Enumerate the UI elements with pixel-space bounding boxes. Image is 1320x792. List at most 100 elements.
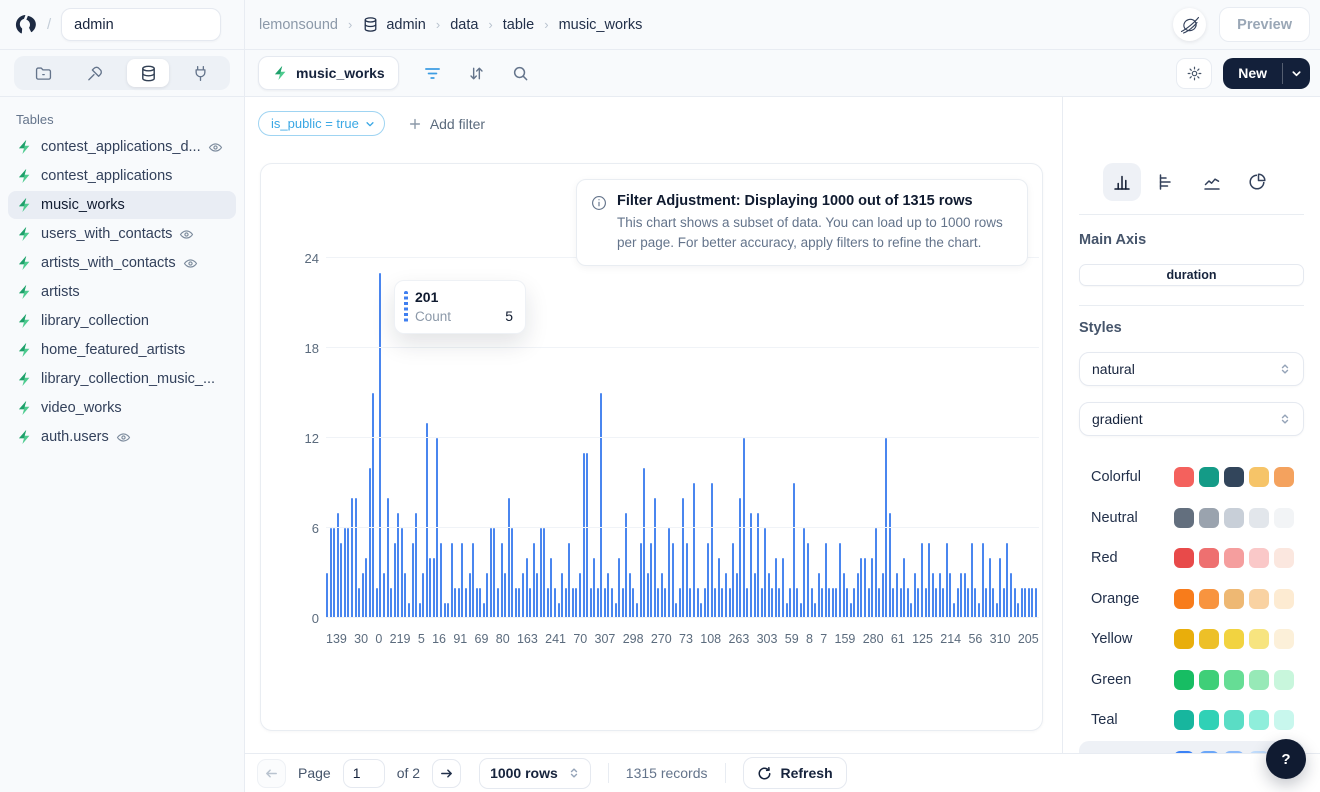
- chart-bar[interactable]: [632, 588, 634, 618]
- chart-bar[interactable]: [1024, 588, 1026, 618]
- chart-bar[interactable]: [839, 543, 841, 618]
- chart-bar[interactable]: [604, 588, 606, 618]
- chart-bar[interactable]: [999, 558, 1001, 618]
- chart-bar[interactable]: [522, 573, 524, 618]
- chart-bar[interactable]: [483, 603, 485, 618]
- chart-type-bar-vertical-icon[interactable]: [1103, 163, 1141, 201]
- chart-bar[interactable]: [843, 573, 845, 618]
- filter-chip[interactable]: is_public = true: [258, 111, 385, 136]
- chart-bar[interactable]: [490, 528, 492, 618]
- chart-bar[interactable]: [1003, 588, 1005, 618]
- chart-bar[interactable]: [910, 603, 912, 618]
- chart-bar[interactable]: [536, 573, 538, 618]
- chart-bar[interactable]: [729, 588, 731, 618]
- sidebar-table-item[interactable]: home_featured_artists: [8, 336, 236, 364]
- chart-bar[interactable]: [1021, 588, 1023, 618]
- chart-bar[interactable]: [775, 558, 777, 618]
- chart-bar[interactable]: [718, 558, 720, 618]
- curve-style-select[interactable]: natural: [1079, 352, 1304, 386]
- chart-bar[interactable]: [664, 588, 666, 618]
- chart-bar[interactable]: [461, 543, 463, 618]
- chart-bar[interactable]: [828, 588, 830, 618]
- preview-button[interactable]: Preview: [1219, 7, 1310, 42]
- chart-bar[interactable]: [960, 573, 962, 618]
- chart-bar[interactable]: [547, 588, 549, 618]
- chart-bar[interactable]: [458, 588, 460, 618]
- chart-bar[interactable]: [326, 573, 328, 618]
- chart-bar[interactable]: [369, 468, 371, 618]
- chart-bar[interactable]: [508, 498, 510, 618]
- chart-bar[interactable]: [379, 273, 381, 618]
- search-icon[interactable]: [512, 65, 529, 82]
- next-page-button[interactable]: [432, 759, 461, 788]
- chart-bar[interactable]: [668, 528, 670, 618]
- chart-bar[interactable]: [675, 603, 677, 618]
- chart-bar[interactable]: [835, 588, 837, 618]
- chart-bar[interactable]: [714, 588, 716, 618]
- chart-bar[interactable]: [974, 588, 976, 618]
- chart-bar[interactable]: [697, 588, 699, 618]
- chart-bar[interactable]: [825, 543, 827, 618]
- chart-bar[interactable]: [597, 588, 599, 618]
- chart-bar[interactable]: [892, 588, 894, 618]
- chart-bar[interactable]: [501, 543, 503, 618]
- chart-bar[interactable]: [846, 588, 848, 618]
- chart-bar[interactable]: [572, 588, 574, 618]
- chart-bar[interactable]: [914, 573, 916, 618]
- chart-bar[interactable]: [429, 558, 431, 618]
- chart-bar[interactable]: [800, 603, 802, 618]
- breadcrumb-workspace[interactable]: lemonsound: [259, 17, 338, 33]
- chart-bar[interactable]: [347, 528, 349, 618]
- breadcrumb-entity[interactable]: table: [503, 17, 534, 33]
- chart-bar[interactable]: [871, 558, 873, 618]
- new-record-button[interactable]: New: [1223, 58, 1282, 89]
- chart-bar[interactable]: [992, 588, 994, 618]
- chart-bar[interactable]: [593, 558, 595, 618]
- chart-bar[interactable]: [964, 573, 966, 618]
- main-axis-field-chip[interactable]: duration: [1079, 264, 1304, 286]
- chart-bar[interactable]: [355, 498, 357, 618]
- sidebar-table-item[interactable]: contest_applications_d...: [8, 133, 236, 161]
- chart-bar[interactable]: [529, 588, 531, 618]
- chart-bar[interactable]: [786, 603, 788, 618]
- breadcrumb-database[interactable]: admin: [386, 17, 426, 33]
- sidebar-table-item[interactable]: library_collection: [8, 307, 236, 335]
- chart-bar[interactable]: [611, 588, 613, 618]
- chart-bar[interactable]: [497, 588, 499, 618]
- chart-bar[interactable]: [408, 603, 410, 618]
- chart-bar[interactable]: [689, 588, 691, 618]
- chart-bar[interactable]: [803, 528, 805, 618]
- chart-bar[interactable]: [721, 588, 723, 618]
- chart-bar[interactable]: [878, 588, 880, 618]
- chart-bar[interactable]: [814, 603, 816, 618]
- chart-bar[interactable]: [415, 513, 417, 618]
- chart-bar[interactable]: [982, 543, 984, 618]
- rows-per-page-select[interactable]: 1000 rows: [479, 758, 591, 789]
- chart-bar[interactable]: [337, 513, 339, 618]
- chart-bar[interactable]: [479, 588, 481, 618]
- chart-bar[interactable]: [771, 588, 773, 618]
- chart-bar[interactable]: [554, 588, 556, 618]
- chart-bar[interactable]: [1017, 603, 1019, 618]
- fill-style-select[interactable]: gradient: [1079, 402, 1304, 436]
- chart-bar[interactable]: [433, 558, 435, 618]
- chart-bar[interactable]: [472, 543, 474, 618]
- chart-bar[interactable]: [743, 438, 745, 618]
- chart-bar[interactable]: [568, 543, 570, 618]
- chart-bar[interactable]: [1006, 543, 1008, 618]
- palette-row-teal[interactable]: Teal: [1079, 700, 1304, 741]
- chart-bar[interactable]: [971, 543, 973, 618]
- chart-bar[interactable]: [978, 603, 980, 618]
- chart-bar[interactable]: [1028, 588, 1030, 618]
- sidebar-table-item[interactable]: library_collection_music_...: [8, 365, 236, 393]
- sidebar-table-item[interactable]: video_works: [8, 394, 236, 422]
- chart-bar[interactable]: [928, 543, 930, 618]
- chart-bar[interactable]: [618, 558, 620, 618]
- chart-bar[interactable]: [989, 558, 991, 618]
- chart-bar[interactable]: [615, 603, 617, 618]
- chart-bar[interactable]: [985, 588, 987, 618]
- chart-bar[interactable]: [376, 588, 378, 618]
- chart-bar[interactable]: [590, 588, 592, 618]
- chart-bar[interactable]: [575, 588, 577, 618]
- chart-bar[interactable]: [853, 588, 855, 618]
